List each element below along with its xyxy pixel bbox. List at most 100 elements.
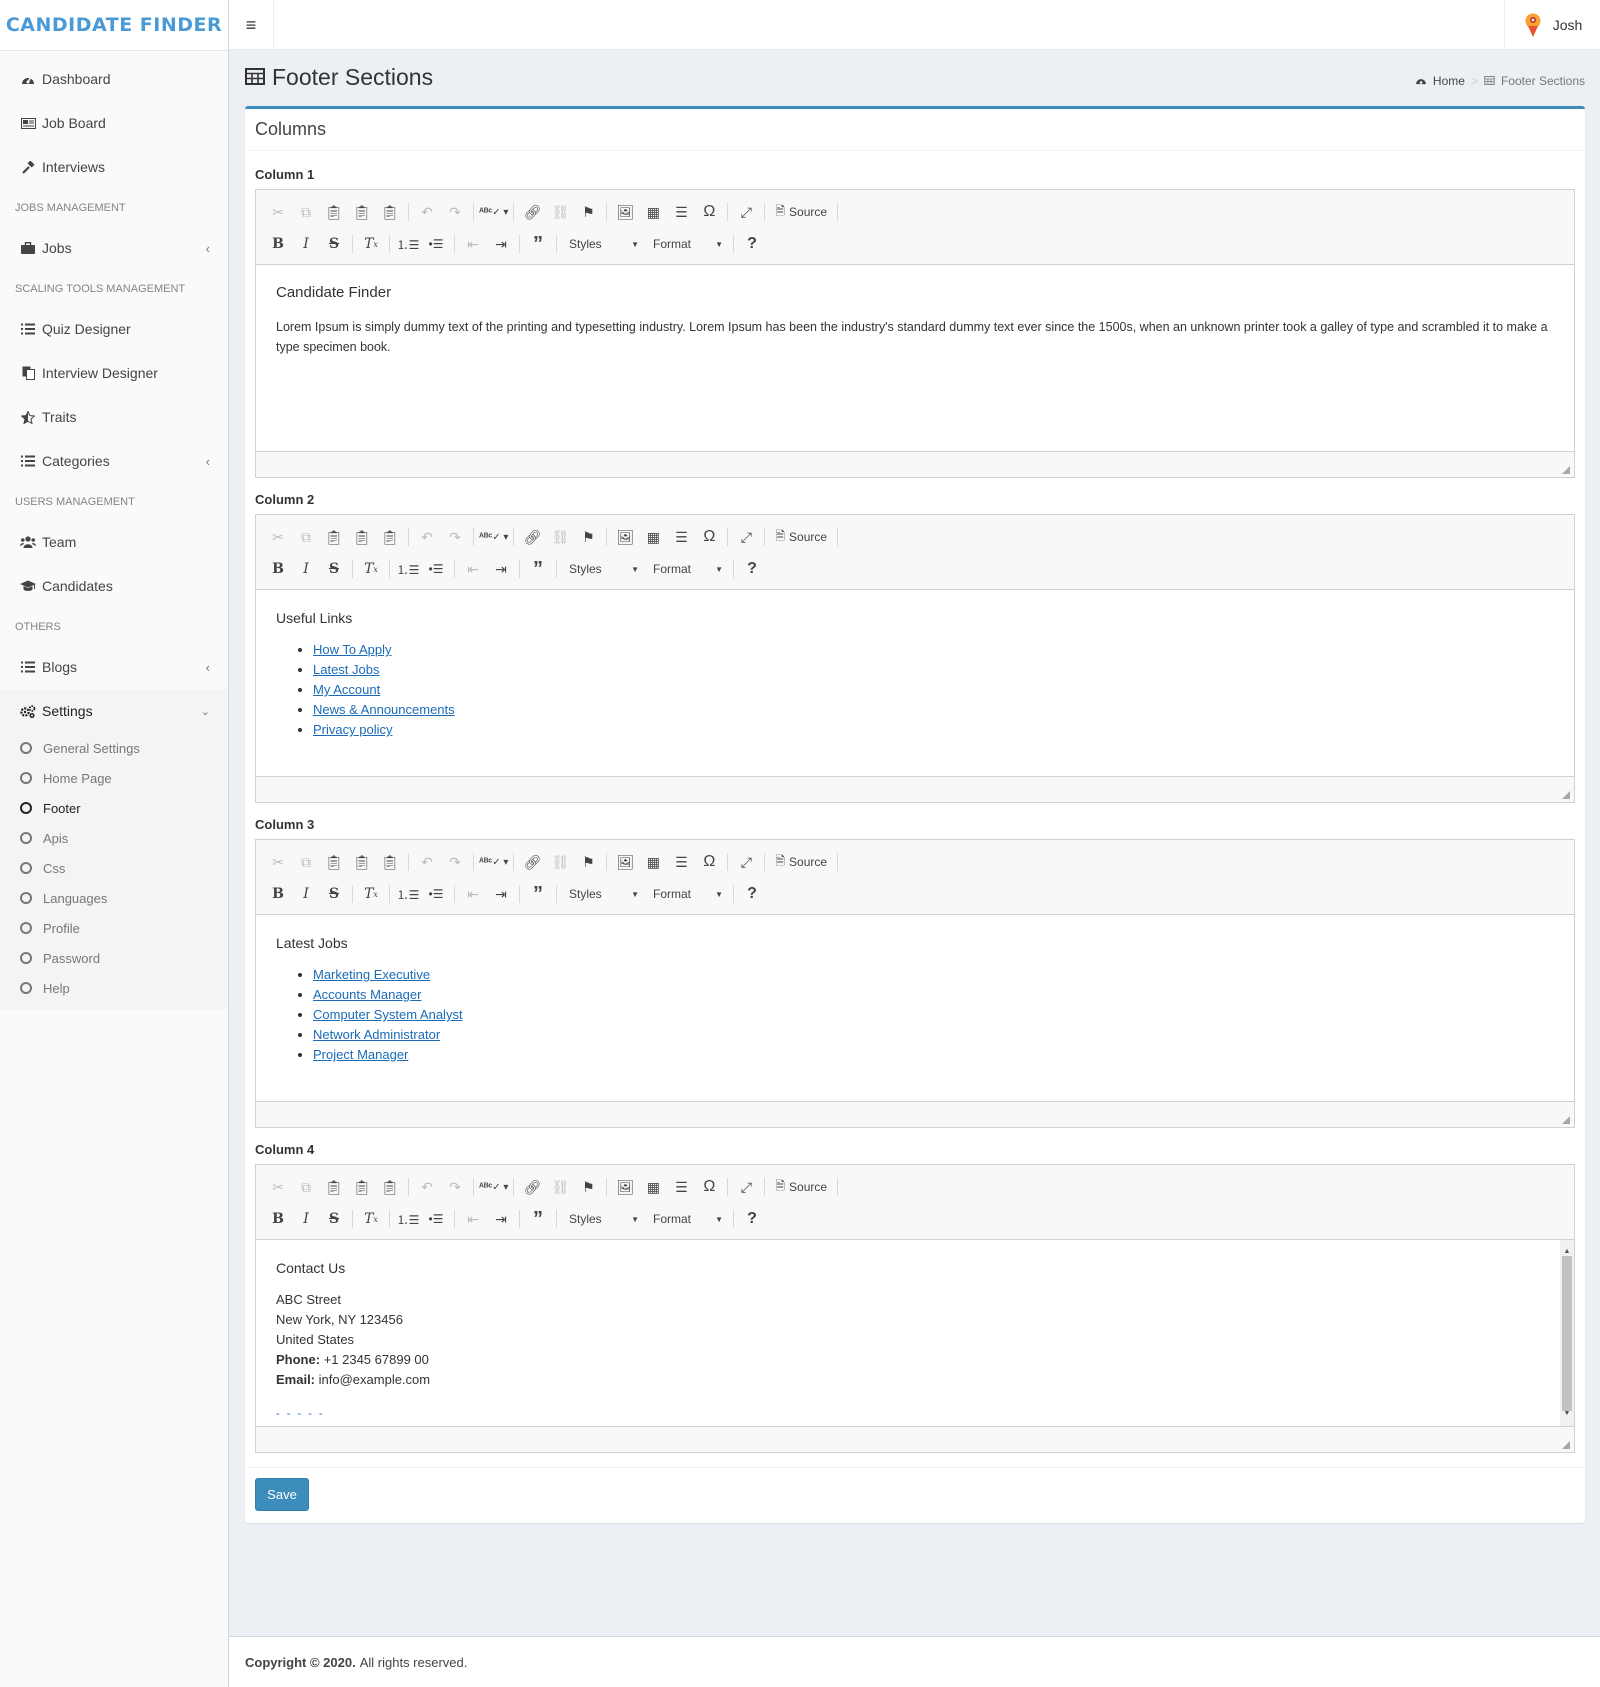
format-dropdown[interactable]: Format ▼ [645,558,729,580]
sidebar-item-jobs[interactable]: Jobs ‹ [0,226,228,270]
sidebar-toggle-button[interactable]: ≡ [229,0,274,50]
horizontal-rule-icon[interactable]: ☰ [667,200,695,224]
paste-text-icon[interactable]: 📋︎ [348,850,376,874]
paste-word-icon[interactable]: 📋︎ [376,525,404,549]
indent-icon[interactable]: ⇥ [487,232,515,256]
strikethrough-icon[interactable]: S [320,1207,348,1231]
outdent-icon[interactable]: ⇤ [459,557,487,581]
anchor-flag-icon[interactable]: ⚑ [574,200,602,224]
paste-text-icon[interactable]: 📋︎ [348,1175,376,1199]
indent-icon[interactable]: ⇥ [487,1207,515,1231]
strikethrough-icon[interactable]: S [320,232,348,256]
cut-icon[interactable]: ✂ [264,850,292,874]
image-icon[interactable]: 🖼︎ [611,850,639,874]
submenu-item-help[interactable]: Help [0,973,228,1003]
blockquote-icon[interactable]: ” [524,232,552,256]
bold-icon[interactable]: B [264,882,292,906]
paste-icon[interactable]: 📋︎ [320,850,348,874]
editor-content-area[interactable]: Contact Us ABC Street New York, NY 123456 U… [256,1240,1574,1426]
sidebar-item-blogs[interactable]: Blogs ‹ [0,645,228,689]
resize-handle-icon[interactable] [1562,1441,1570,1449]
sidebar-item-settings[interactable]: Settings ⌄ [0,689,228,733]
app-logo[interactable]: CANDIDATE FINDER [0,0,228,51]
italic-icon[interactable]: I [292,882,320,906]
format-dropdown[interactable]: Format ▼ [645,233,729,255]
blockquote-icon[interactable]: ” [524,557,552,581]
italic-icon[interactable]: I [292,232,320,256]
table-icon[interactable]: ▦ [639,525,667,549]
editor-scrollbar[interactable]: ▲ ▼ [1560,1240,1574,1426]
paste-word-icon[interactable]: 📋︎ [376,1175,404,1199]
image-icon[interactable]: 🖼︎ [611,200,639,224]
styles-dropdown[interactable]: Styles ▼ [561,233,645,255]
spellcheck-icon[interactable]: ᴬᴮᶜ✓ ▾ [478,200,509,224]
anchor-flag-icon[interactable]: ⚑ [574,1175,602,1199]
numbered-list-icon[interactable]: ⒈☰ [394,882,422,906]
redo-icon[interactable]: ↷ [441,850,469,874]
styles-dropdown[interactable]: Styles ▼ [561,883,645,905]
strikethrough-icon[interactable]: S [320,882,348,906]
sidebar-item-team[interactable]: Team [0,520,228,564]
help-question-icon[interactable]: ? [738,232,766,256]
submenu-item-languages[interactable]: Languages [0,883,228,913]
cut-icon[interactable]: ✂ [264,525,292,549]
help-question-icon[interactable]: ? [738,882,766,906]
outdent-icon[interactable]: ⇤ [459,232,487,256]
breadcrumb-home-link[interactable]: Home [1433,74,1465,88]
sidebar-item-categories[interactable]: Categories ‹ [0,439,228,483]
resize-handle-icon[interactable] [1562,1116,1570,1124]
sidebar-item-dashboard[interactable]: Dashboard [0,57,228,101]
source-button[interactable]: 🗎︎ Source [769,527,833,548]
anchor-flag-icon[interactable]: ⚑ [574,850,602,874]
bulleted-list-icon[interactable]: •☰ [422,1207,450,1231]
footer-link[interactable]: Accounts Manager [313,987,421,1002]
indent-icon[interactable]: ⇥ [487,882,515,906]
submenu-item-apis[interactable]: Apis [0,823,228,853]
undo-icon[interactable]: ↶ [413,525,441,549]
sidebar-item-quiz-designer[interactable]: Quiz Designer [0,307,228,351]
special-char-omega-icon[interactable]: Ω [695,850,723,874]
footer-link[interactable]: News & Announcements [313,702,455,717]
submenu-item-general-settings[interactable]: General Settings [0,733,228,763]
editor-content-area[interactable]: Latest Jobs Marketing Executive Accounts M… [256,915,1574,1101]
link-icon[interactable]: 🔗︎ [518,525,546,549]
source-button[interactable]: 🗎︎ Source [769,852,833,873]
bold-icon[interactable]: B [264,557,292,581]
footer-link[interactable]: My Account [313,682,380,697]
copy-icon[interactable]: ⧉ [292,200,320,224]
bulleted-list-icon[interactable]: •☰ [422,557,450,581]
paste-text-icon[interactable]: 📋︎ [348,525,376,549]
footer-link[interactable]: Privacy policy [313,722,392,737]
remove-format-icon[interactable]: Tx [357,557,385,581]
spellcheck-icon[interactable]: ᴬᴮᶜ✓ ▾ [478,1175,509,1199]
unlink-icon[interactable]: ⛓︎ [546,850,574,874]
footer-link[interactable]: Marketing Executive [313,967,430,982]
resize-handle-icon[interactable] [1562,466,1570,474]
unlink-icon[interactable]: ⛓︎ [546,525,574,549]
bold-icon[interactable]: B [264,232,292,256]
help-question-icon[interactable]: ? [738,1207,766,1231]
horizontal-rule-icon[interactable]: ☰ [667,1175,695,1199]
sidebar-item-interview-designer[interactable]: Interview Designer [0,351,228,395]
cut-icon[interactable]: ✂ [264,200,292,224]
submenu-item-profile[interactable]: Profile [0,913,228,943]
submenu-item-footer[interactable]: Footer [0,793,228,823]
maximize-icon[interactable]: ⤢ [732,525,760,549]
italic-icon[interactable]: I [292,1207,320,1231]
image-icon[interactable]: 🖼︎ [611,525,639,549]
numbered-list-icon[interactable]: ⒈☰ [394,557,422,581]
editor-content-area[interactable]: Useful Links How To Apply Latest Jobs My Ac… [256,590,1574,776]
table-icon[interactable]: ▦ [639,850,667,874]
sidebar-item-interviews[interactable]: Interviews [0,145,228,189]
paste-icon[interactable]: 📋︎ [320,1175,348,1199]
italic-icon[interactable]: I [292,557,320,581]
styles-dropdown[interactable]: Styles ▼ [561,1208,645,1230]
bold-icon[interactable]: B [264,1207,292,1231]
image-icon[interactable]: 🖼︎ [611,1175,639,1199]
paste-word-icon[interactable]: 📋︎ [376,850,404,874]
special-char-omega-icon[interactable]: Ω [695,525,723,549]
bulleted-list-icon[interactable]: •☰ [422,882,450,906]
cut-icon[interactable]: ✂ [264,1175,292,1199]
submenu-item-password[interactable]: Password [0,943,228,973]
user-menu[interactable]: Josh [1504,0,1600,50]
